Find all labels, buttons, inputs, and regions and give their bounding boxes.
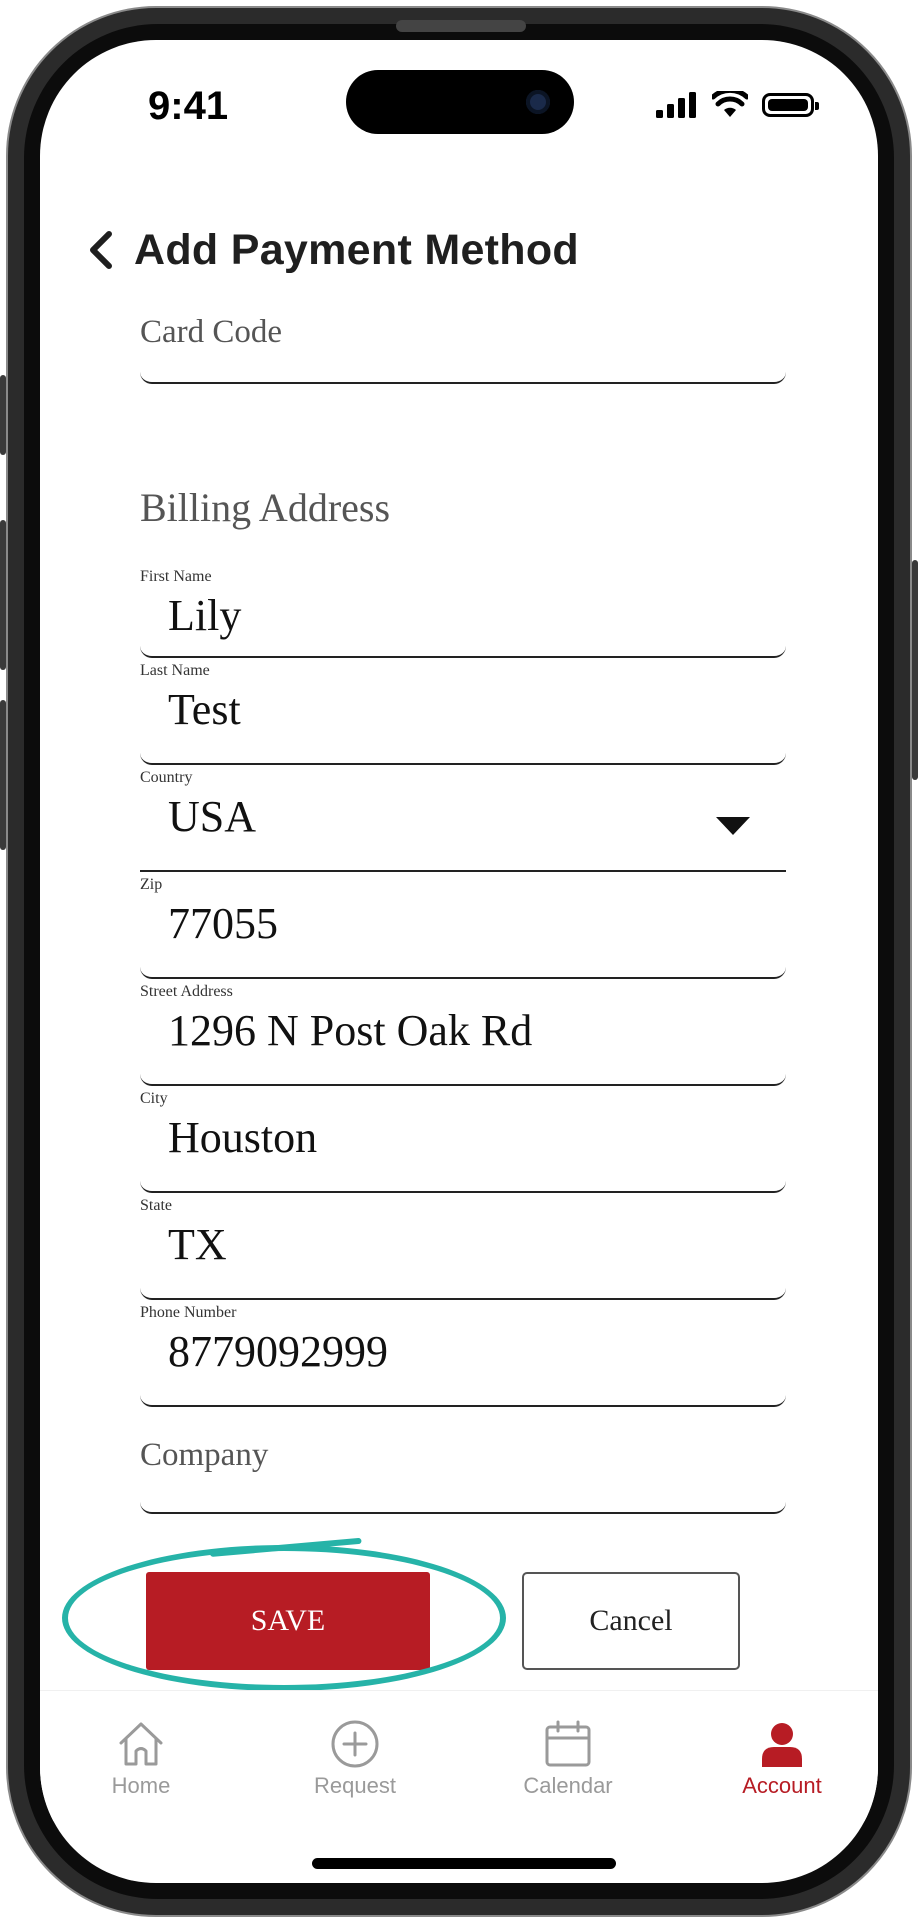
- billing-address-heading: Billing Address: [140, 485, 391, 530]
- last-name-field[interactable]: Last Name Test: [140, 658, 786, 765]
- company-field[interactable]: Company: [140, 1407, 786, 1514]
- highlight-annotation-stroke: [209, 1537, 362, 1557]
- tab-label: Account: [742, 1773, 822, 1798]
- battery-icon: [762, 93, 819, 117]
- status-icons: [656, 90, 819, 120]
- tab-calendar[interactable]: Calendar: [478, 1719, 658, 1799]
- speaker-grill: [396, 20, 526, 32]
- phone-number-field[interactable]: Phone Number 8779092999: [140, 1300, 786, 1407]
- card-code-placeholder: Card Code: [140, 314, 283, 350]
- camera-icon: [526, 90, 550, 114]
- dynamic-island: [346, 70, 574, 134]
- tab-label: Calendar: [523, 1773, 613, 1798]
- field-label: City: [140, 1090, 168, 1107]
- field-label: Zip: [140, 876, 163, 893]
- last-name-value: Test: [168, 685, 241, 734]
- status-time: 9:41: [148, 84, 229, 128]
- field-label: First Name: [140, 568, 212, 585]
- tab-request[interactable]: Request: [265, 1719, 445, 1799]
- bottom-tab-bar: Home Request Calendar Account: [40, 1690, 878, 1821]
- tab-label: Request: [314, 1773, 396, 1798]
- page-title: Add Payment Method: [134, 225, 579, 274]
- street-address-value: 1296 N Post Oak Rd: [168, 1006, 533, 1055]
- zip-field[interactable]: Zip 77055: [140, 872, 786, 979]
- tab-label: Home: [111, 1773, 171, 1798]
- first-name-field[interactable]: First Name Lily: [140, 552, 786, 658]
- plus-circle-icon: [331, 1720, 379, 1768]
- back-chevron-icon[interactable]: [80, 220, 120, 280]
- phone-number-value: 8779092999: [168, 1327, 388, 1376]
- home-indicator[interactable]: [312, 1858, 616, 1869]
- company-placeholder: Company: [140, 1437, 269, 1473]
- field-label: Phone Number: [140, 1304, 237, 1321]
- first-name-value: Lily: [168, 591, 242, 640]
- tab-account[interactable]: Account: [692, 1719, 872, 1799]
- app-screen: 9:41 Add Payment Method Card Code Billin…: [40, 40, 878, 1883]
- state-field[interactable]: State TX: [140, 1193, 786, 1300]
- page-header: Add Payment Method: [80, 210, 579, 290]
- zip-value: 77055: [168, 899, 278, 948]
- volume-down-button: [0, 700, 6, 850]
- card-code-field[interactable]: Card Code: [140, 280, 786, 384]
- volume-up-button: [0, 520, 6, 670]
- field-label: Street Address: [140, 983, 233, 1000]
- dropdown-arrow-icon[interactable]: [716, 817, 750, 835]
- country-value: USA: [168, 792, 257, 841]
- field-label: State: [140, 1197, 172, 1214]
- save-button[interactable]: SAVE: [146, 1572, 430, 1670]
- wifi-icon: [712, 91, 748, 117]
- home-icon: [119, 1722, 163, 1766]
- signal-icon: [656, 92, 696, 118]
- power-button: [912, 560, 918, 780]
- city-field[interactable]: City Houston: [140, 1086, 786, 1193]
- tab-home[interactable]: Home: [51, 1719, 231, 1799]
- city-value: Houston: [168, 1113, 318, 1162]
- payment-form: Card Code Billing Address First Name Lil…: [140, 280, 786, 1514]
- account-icon: [762, 1723, 802, 1767]
- action-button: [0, 375, 6, 455]
- cancel-button[interactable]: Cancel: [522, 1572, 740, 1670]
- state-value: TX: [168, 1220, 227, 1269]
- field-label: Country: [140, 769, 193, 786]
- street-address-field[interactable]: Street Address 1296 N Post Oak Rd: [140, 979, 786, 1086]
- field-label: Last Name: [140, 662, 210, 679]
- calendar-icon: [545, 1720, 591, 1767]
- country-select[interactable]: Country USA: [140, 765, 786, 872]
